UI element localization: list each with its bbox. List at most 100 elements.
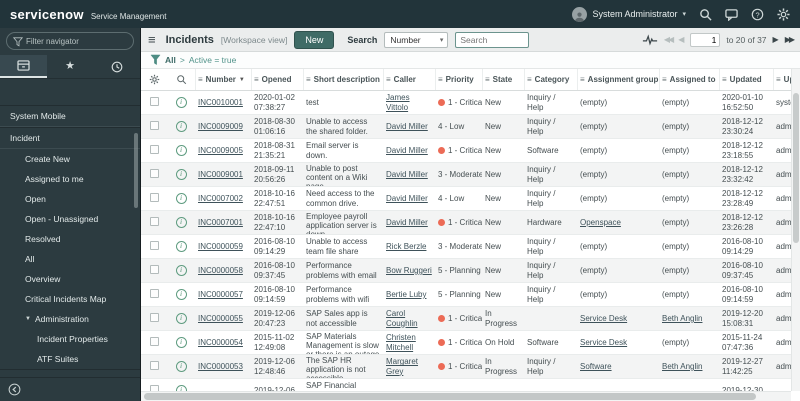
column-menu-icon[interactable]: ≡ bbox=[198, 75, 203, 84]
sidebar-item-open[interactable]: Open bbox=[0, 189, 140, 209]
activity-pulse-icon[interactable] bbox=[642, 33, 658, 46]
sidebar-scrollbar-thumb[interactable] bbox=[134, 133, 138, 208]
incident-number-link[interactable]: INC0000054 bbox=[198, 338, 243, 347]
info-icon[interactable]: i bbox=[175, 169, 187, 180]
incident-number-link[interactable]: INC0007001 bbox=[198, 218, 243, 227]
user-menu[interactable]: System Administrator ▾ bbox=[572, 6, 686, 22]
page-row-input[interactable] bbox=[690, 32, 721, 47]
tab-favorites[interactable]: ★ bbox=[47, 55, 94, 78]
caller-link[interactable]: David Miller bbox=[386, 194, 428, 203]
row-checkbox[interactable] bbox=[149, 240, 159, 250]
column-header-assignment-group[interactable]: ≡ Assignment group bbox=[577, 69, 659, 90]
search-icon[interactable] bbox=[699, 8, 712, 21]
column-header-updated[interactable]: ≡ Updated bbox=[719, 69, 773, 90]
caller-link[interactable]: James Vittolo bbox=[386, 93, 410, 111]
sidebar-item-system-mobile[interactable]: System Mobile bbox=[0, 105, 140, 127]
assignment-group-link[interactable]: Openspace bbox=[580, 218, 621, 227]
column-header-short-description[interactable]: ≡ Short description bbox=[303, 69, 383, 90]
info-icon[interactable]: i bbox=[175, 265, 187, 276]
incident-number-link[interactable]: INC0000059 bbox=[198, 242, 243, 251]
sidebar-item-critical-incidents-map[interactable]: Critical Incidents Map bbox=[0, 289, 140, 309]
row-checkbox[interactable] bbox=[149, 360, 159, 370]
row-checkbox[interactable] bbox=[149, 192, 159, 202]
info-icon[interactable]: i bbox=[175, 313, 187, 324]
assigned-to-link[interactable]: Beth Anglin bbox=[662, 362, 702, 371]
column-search-icon[interactable] bbox=[167, 69, 195, 90]
info-icon[interactable]: i bbox=[175, 145, 187, 156]
caller-link[interactable]: Bertie Luby bbox=[386, 290, 426, 299]
gear-icon[interactable] bbox=[777, 7, 790, 21]
next-page-icon[interactable]: ▶ bbox=[773, 35, 779, 44]
caller-link[interactable]: David Miller bbox=[386, 122, 428, 131]
assignment-group-link[interactable]: Service Desk bbox=[580, 338, 627, 347]
tab-history[interactable] bbox=[93, 55, 140, 78]
sidebar-item-assigned-to-me[interactable]: Assigned to me bbox=[0, 169, 140, 189]
info-icon[interactable]: i bbox=[175, 337, 187, 348]
sidebar-item-overview[interactable]: Overview bbox=[0, 269, 140, 289]
row-checkbox[interactable] bbox=[149, 264, 159, 274]
assignment-group-link[interactable]: Software bbox=[580, 362, 612, 371]
column-header-assigned-to[interactable]: ≡ Assigned to bbox=[659, 69, 719, 90]
info-icon[interactable]: i bbox=[175, 193, 187, 204]
breadcrumb-filter-link[interactable]: Active = true bbox=[189, 55, 236, 65]
row-checkbox[interactable] bbox=[149, 336, 159, 346]
column-menu-icon[interactable]: ≡ bbox=[386, 75, 391, 84]
info-icon[interactable]: i bbox=[175, 241, 187, 252]
assigned-to-link[interactable]: Beth Anglin bbox=[662, 314, 702, 323]
row-checkbox[interactable] bbox=[149, 168, 159, 178]
incident-number-link[interactable]: INC0010001 bbox=[198, 98, 243, 107]
info-icon[interactable]: i bbox=[175, 97, 187, 108]
help-icon[interactable]: ? bbox=[751, 8, 764, 21]
column-menu-icon[interactable]: ≡ bbox=[254, 75, 259, 84]
row-checkbox[interactable] bbox=[149, 144, 159, 154]
column-menu-icon[interactable]: ≡ bbox=[776, 75, 781, 84]
first-page-icon[interactable]: ◀◀ bbox=[664, 35, 674, 44]
column-menu-icon[interactable]: ≡ bbox=[306, 75, 311, 84]
column-menu-icon[interactable]: ≡ bbox=[722, 75, 727, 84]
column-menu-icon[interactable]: ≡ bbox=[580, 75, 585, 84]
incident-number-link[interactable]: INC0000057 bbox=[198, 290, 243, 299]
sidebar-item-create-new[interactable]: Create New bbox=[0, 149, 140, 169]
caller-link[interactable]: Christen Mitchell bbox=[386, 333, 416, 351]
incident-number-link[interactable]: INC0000053 bbox=[198, 362, 243, 371]
column-header-caller[interactable]: ≡ Caller bbox=[383, 69, 435, 90]
hamburger-menu-icon[interactable]: ≡ bbox=[148, 33, 156, 46]
search-field-select[interactable]: Number ▾ bbox=[384, 31, 449, 48]
collapse-sidebar-icon[interactable] bbox=[8, 383, 21, 396]
caller-link[interactable]: Rick Berzle bbox=[386, 242, 426, 251]
row-checkbox[interactable] bbox=[149, 288, 159, 298]
row-checkbox[interactable] bbox=[149, 96, 159, 106]
info-icon[interactable]: i bbox=[175, 217, 187, 228]
personalize-gear-icon[interactable] bbox=[141, 69, 167, 90]
column-header-category[interactable]: ≡ Category bbox=[524, 69, 577, 90]
breadcrumb-funnel-icon[interactable] bbox=[150, 54, 161, 66]
column-menu-icon[interactable]: ≡ bbox=[527, 75, 532, 84]
sidebar-item-open-unassigned[interactable]: Open - Unassigned bbox=[0, 209, 140, 229]
caller-link[interactable]: David Miller bbox=[386, 170, 428, 179]
incident-number-link[interactable]: INC0000058 bbox=[198, 266, 243, 275]
column-header-opened[interactable]: ≡ Opened bbox=[251, 69, 303, 90]
sidebar-item-all[interactable]: All bbox=[0, 249, 140, 269]
incident-number-link[interactable]: INC0007002 bbox=[198, 194, 243, 203]
row-checkbox[interactable] bbox=[149, 216, 159, 226]
info-icon[interactable]: i bbox=[175, 121, 187, 132]
sidebar-item-incident[interactable]: Incident bbox=[0, 127, 140, 149]
caller-link[interactable]: Margaret Grey bbox=[386, 357, 418, 375]
breadcrumb-all-link[interactable]: All bbox=[165, 55, 176, 65]
assignment-group-link[interactable]: Service Desk bbox=[580, 314, 627, 323]
incident-number-link[interactable]: INC0000055 bbox=[198, 314, 243, 323]
caller-link[interactable]: David Miller bbox=[386, 146, 428, 155]
row-checkbox[interactable] bbox=[149, 120, 159, 130]
incident-number-link[interactable]: INC0009001 bbox=[198, 170, 243, 179]
column-menu-icon[interactable]: ≡ bbox=[662, 75, 667, 84]
incident-number-link[interactable]: INC0009009 bbox=[198, 122, 243, 131]
last-page-icon[interactable]: ▶▶ bbox=[785, 35, 795, 44]
caller-link[interactable]: Bow Ruggeri bbox=[386, 266, 432, 275]
column-menu-icon[interactable]: ≡ bbox=[438, 75, 443, 84]
column-menu-icon[interactable]: ≡ bbox=[485, 75, 490, 84]
info-icon[interactable]: i bbox=[175, 361, 187, 372]
chat-icon[interactable] bbox=[725, 8, 738, 21]
new-button[interactable]: New bbox=[294, 30, 335, 49]
sidebar-item-incident-properties[interactable]: Incident Properties bbox=[0, 329, 140, 349]
previous-page-icon[interactable]: ◀ bbox=[678, 35, 684, 44]
